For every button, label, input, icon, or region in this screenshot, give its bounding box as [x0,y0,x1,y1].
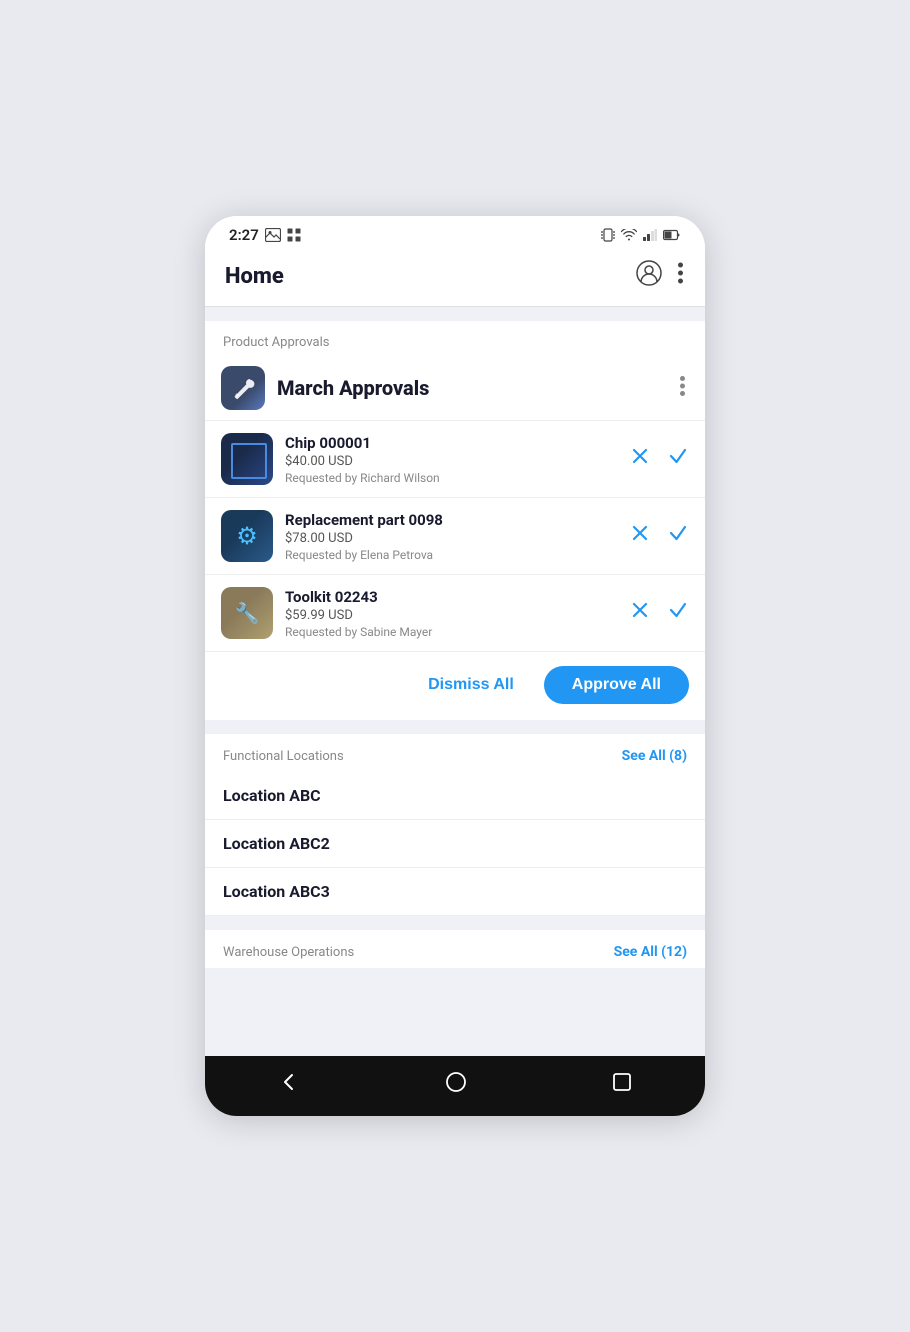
approve-icon [667,599,689,621]
product-requester: Requested by Sabine Mayer [285,625,617,639]
part-product-image [221,510,273,562]
product-info: Replacement part 0098 $78.00 USD Request… [285,511,617,562]
product-item: Chip 000001 $40.00 USD Requested by Rich… [205,421,705,498]
product-item: Replacement part 0098 $78.00 USD Request… [205,498,705,575]
list-item[interactable]: Location ABC2 [205,820,705,868]
product-list: Chip 000001 $40.00 USD Requested by Rich… [205,421,705,652]
product-name: Replacement part 0098 [285,511,617,529]
product-actions [629,445,689,473]
approve-button[interactable] [667,599,689,627]
more-vertical-icon [678,262,683,284]
product-price: $59.99 USD [285,608,617,623]
phone-frame: 2:27 Home [205,216,705,1116]
toolkit-product-image [221,587,273,639]
functional-locations-header: Functional Locations See All (8) [205,734,705,772]
reject-icon [629,599,651,621]
dismiss-all-button[interactable]: Dismiss All [412,668,530,702]
image-status-icon [265,228,281,242]
recents-square-icon [613,1073,631,1091]
more-menu-button[interactable] [676,260,685,292]
approve-icon [667,522,689,544]
bottom-nav [205,1056,705,1116]
reject-icon [629,445,651,467]
warehouse-operations-card: Warehouse Operations See All (12) [205,930,705,968]
more-dots-icon [680,376,685,396]
battery-icon [663,229,681,241]
signal-icon [643,229,657,241]
profile-button[interactable] [634,258,664,294]
functional-locations-see-all[interactable]: See All (8) [622,748,687,764]
product-item: Toolkit 02243 $59.99 USD Requested by Sa… [205,575,705,652]
product-actions [629,599,689,627]
grid-status-icon [287,228,301,242]
approvals-more-button[interactable] [676,376,689,401]
approve-button[interactable] [667,445,689,473]
approvals-title: March Approvals [277,376,664,400]
back-icon [279,1072,299,1092]
list-item[interactable]: Location ABC3 [205,868,705,916]
wifi-icon [621,229,637,241]
home-circle-icon [446,1072,466,1092]
functional-locations-label: Functional Locations [223,749,344,764]
product-info: Toolkit 02243 $59.99 USD Requested by Sa… [285,588,617,639]
approve-icon [667,445,689,467]
status-icons [601,227,681,243]
product-approvals-label: Product Approvals [205,321,705,356]
approve-all-button[interactable]: Approve All [544,666,689,704]
page-title: Home [225,264,284,289]
approve-button[interactable] [667,522,689,550]
list-item[interactable]: Location ABC [205,772,705,820]
approvals-icon [221,366,265,410]
warehouse-operations-see-all[interactable]: See All (12) [614,944,687,960]
product-approvals-card: Product Approvals March Approvals [205,321,705,720]
product-name: Chip 000001 [285,434,617,452]
functional-locations-card: Functional Locations See All (8) Locatio… [205,734,705,916]
product-actions [629,522,689,550]
product-price: $40.00 USD [285,454,617,469]
vibrate-icon [601,227,615,243]
status-time: 2:27 [229,226,301,244]
reject-button[interactable] [629,445,651,473]
tool-icon [230,375,256,401]
product-info: Chip 000001 $40.00 USD Requested by Rich… [285,434,617,485]
warehouse-operations-header: Warehouse Operations See All (12) [205,930,705,968]
chip-product-image [221,433,273,485]
product-requester: Requested by Elena Petrova [285,548,617,562]
recents-button[interactable] [593,1069,651,1101]
content-area: Product Approvals March Approvals [205,307,705,1056]
status-bar: 2:27 [205,216,705,250]
product-price: $78.00 USD [285,531,617,546]
home-button[interactable] [426,1068,486,1102]
back-button[interactable] [259,1068,319,1102]
product-name: Toolkit 02243 [285,588,617,606]
locations-list: Location ABC Location ABC2 Location ABC3 [205,772,705,916]
approvals-buttons-row: Dismiss All Approve All [205,652,705,720]
approvals-header: March Approvals [205,356,705,421]
reject-icon [629,522,651,544]
top-bar: Home [205,250,705,307]
profile-icon [636,260,662,286]
product-requester: Requested by Richard Wilson [285,471,617,485]
top-bar-actions [634,258,685,294]
reject-button[interactable] [629,522,651,550]
reject-button[interactable] [629,599,651,627]
time-display: 2:27 [229,226,259,244]
warehouse-operations-label: Warehouse Operations [223,945,354,960]
